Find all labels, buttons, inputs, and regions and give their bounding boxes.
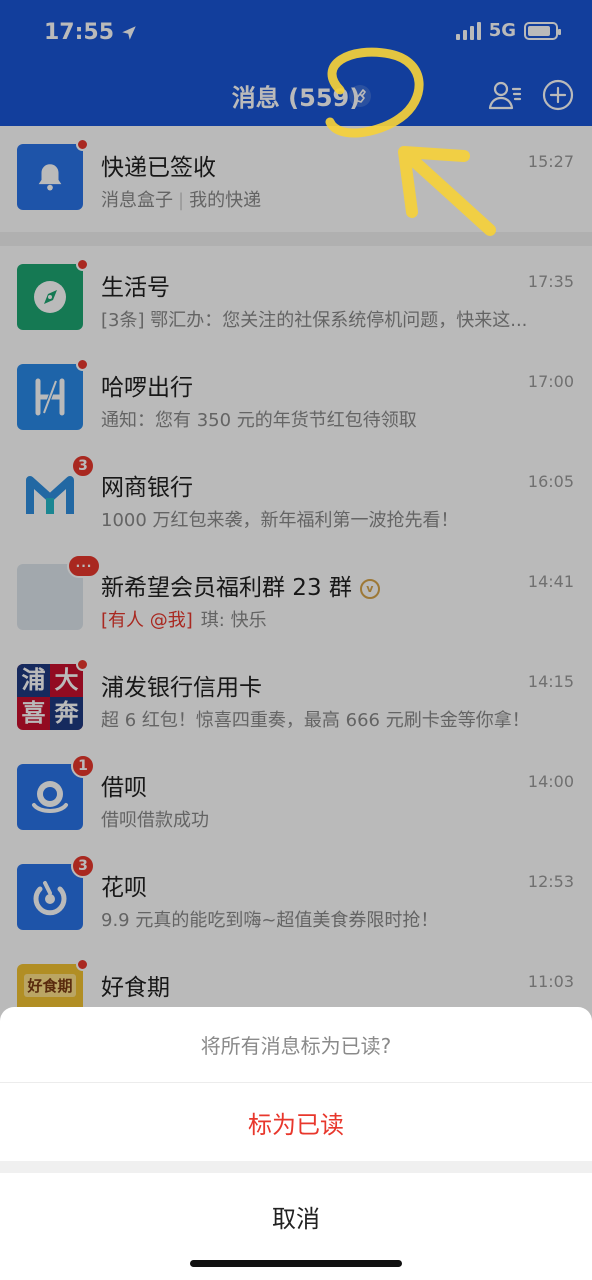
- action-sheet: 将所有消息标为已读? 标为已读 取消: [0, 1007, 592, 1280]
- modal-overlay-top: [0, 0, 592, 126]
- sheet-divider: [0, 1161, 592, 1173]
- home-indicator[interactable]: [190, 1260, 402, 1267]
- mark-read-button[interactable]: 标为已读: [0, 1083, 592, 1161]
- sheet-prompt: 将所有消息标为已读?: [0, 1007, 592, 1083]
